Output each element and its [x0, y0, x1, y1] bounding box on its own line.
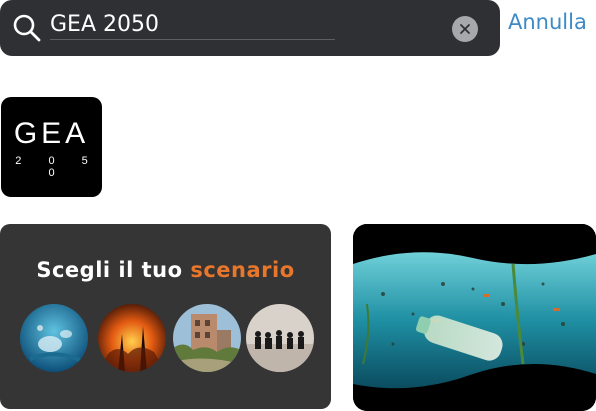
scenario-title: Scegli il tuo scenario: [0, 258, 331, 282]
scenario-option-city[interactable]: [173, 304, 241, 372]
scenario-option-underwater[interactable]: [20, 304, 88, 372]
wildfire-icon: [98, 304, 166, 372]
scenario-options: [0, 304, 331, 374]
search-input[interactable]: [50, 12, 335, 40]
ocean-plastic-photo: [353, 224, 596, 411]
scenario-title-accent: scenario: [190, 258, 295, 282]
search-bar: [0, 0, 500, 56]
cancel-button[interactable]: Annulla: [508, 10, 587, 34]
refugees-icon: [246, 304, 314, 372]
scenario-option-migration[interactable]: [246, 304, 314, 372]
app-result-tile[interactable]: GEA 2 0 5 0: [1, 97, 102, 197]
page: Annulla GEA 2 0 5 0 Scegli il tuo scenar…: [0, 0, 596, 411]
ocean-plastic-image[interactable]: [353, 224, 596, 411]
scenario-option-wildfire[interactable]: [98, 304, 166, 372]
underwater-pollution-icon: [20, 304, 88, 372]
close-icon: [460, 24, 470, 34]
scenario-title-prefix: Scegli il tuo: [36, 258, 183, 282]
ruined-city-icon: [173, 304, 241, 372]
app-logo-year: 2 0 5 0: [15, 155, 100, 179]
search-icon: [12, 13, 42, 43]
clear-search-button[interactable]: [452, 16, 478, 42]
app-logo-title: GEA: [13, 117, 90, 150]
scenario-card[interactable]: Scegli il tuo scenario: [0, 224, 331, 409]
